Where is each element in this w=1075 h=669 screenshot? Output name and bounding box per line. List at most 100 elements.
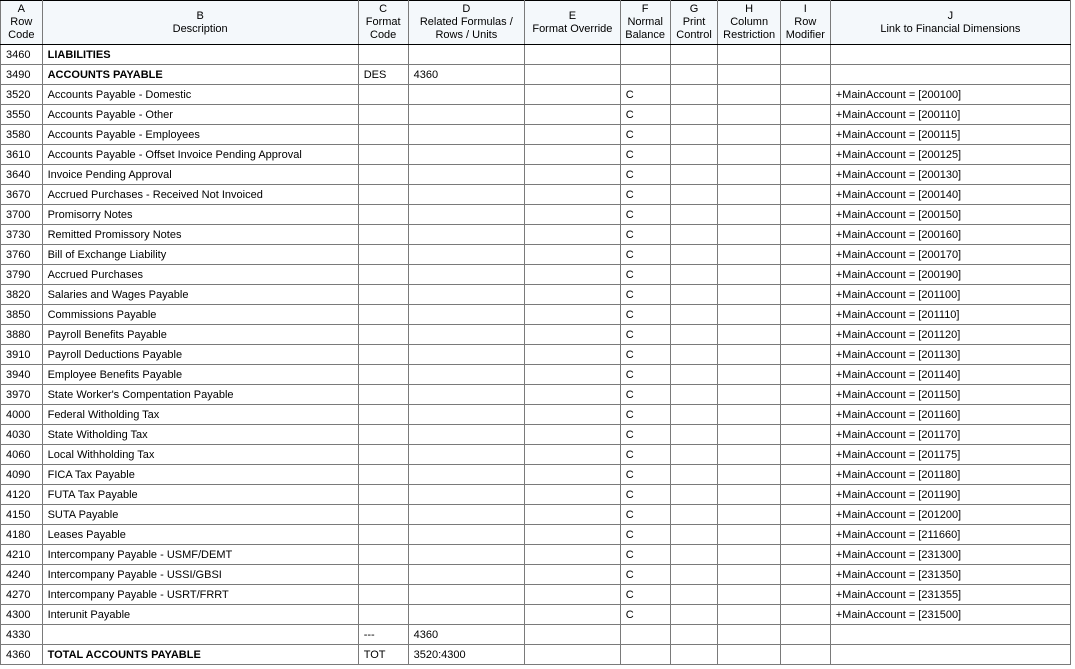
- cell-c[interactable]: ---: [358, 625, 408, 645]
- cell-e[interactable]: [525, 585, 621, 605]
- cell-j[interactable]: +MainAccount = [201120]: [830, 325, 1070, 345]
- cell-i[interactable]: [780, 445, 830, 465]
- cell-a[interactable]: 3880: [1, 325, 43, 345]
- cell-c[interactable]: [358, 305, 408, 325]
- cell-g[interactable]: [670, 485, 718, 505]
- cell-f[interactable]: C: [620, 305, 670, 325]
- cell-e[interactable]: [525, 605, 621, 625]
- grid-row[interactable]: 3610Accounts Payable - Offset Invoice Pe…: [1, 145, 1071, 165]
- cell-c[interactable]: [358, 225, 408, 245]
- cell-c[interactable]: [358, 205, 408, 225]
- cell-g[interactable]: [670, 285, 718, 305]
- cell-d[interactable]: [408, 145, 524, 165]
- cell-h[interactable]: [718, 565, 780, 585]
- cell-h[interactable]: [718, 85, 780, 105]
- cell-g[interactable]: [670, 65, 718, 85]
- grid-row[interactable]: 4360TOTAL ACCOUNTS PAYABLETOT3520:4300: [1, 645, 1071, 665]
- cell-i[interactable]: [780, 85, 830, 105]
- cell-a[interactable]: 4330: [1, 625, 43, 645]
- cell-j[interactable]: +MainAccount = [211660]: [830, 525, 1070, 545]
- cell-d[interactable]: [408, 365, 524, 385]
- cell-a[interactable]: 4000: [1, 405, 43, 425]
- cell-h[interactable]: [718, 485, 780, 505]
- cell-j[interactable]: +MainAccount = [201180]: [830, 465, 1070, 485]
- cell-d[interactable]: [408, 205, 524, 225]
- grid-row[interactable]: 3580Accounts Payable - EmployeesC+MainAc…: [1, 125, 1071, 145]
- col-header-row-code[interactable]: ARow Code: [1, 1, 43, 45]
- cell-b[interactable]: Accrued Purchases: [42, 265, 358, 285]
- cell-i[interactable]: [780, 105, 830, 125]
- cell-f[interactable]: C: [620, 505, 670, 525]
- cell-j[interactable]: +MainAccount = [201190]: [830, 485, 1070, 505]
- cell-b[interactable]: Intercompany Payable - USMF/DEMT: [42, 545, 358, 565]
- cell-f[interactable]: [620, 645, 670, 665]
- cell-j[interactable]: +MainAccount = [231300]: [830, 545, 1070, 565]
- cell-d[interactable]: [408, 185, 524, 205]
- cell-b[interactable]: Payroll Deductions Payable: [42, 345, 358, 365]
- cell-d[interactable]: [408, 405, 524, 425]
- grid-row[interactable]: 4300Interunit PayableC+MainAccount = [23…: [1, 605, 1071, 625]
- cell-g[interactable]: [670, 385, 718, 405]
- cell-i[interactable]: [780, 65, 830, 85]
- cell-j[interactable]: +MainAccount = [201170]: [830, 425, 1070, 445]
- cell-a[interactable]: 4150: [1, 505, 43, 525]
- cell-j[interactable]: +MainAccount = [201110]: [830, 305, 1070, 325]
- cell-d[interactable]: [408, 505, 524, 525]
- cell-b[interactable]: Invoice Pending Approval: [42, 165, 358, 185]
- cell-i[interactable]: [780, 565, 830, 585]
- cell-j[interactable]: +MainAccount = [200140]: [830, 185, 1070, 205]
- cell-i[interactable]: [780, 485, 830, 505]
- grid-row[interactable]: 4060Local Withholding TaxC+MainAccount =…: [1, 445, 1071, 465]
- cell-f[interactable]: C: [620, 185, 670, 205]
- cell-i[interactable]: [780, 165, 830, 185]
- cell-g[interactable]: [670, 545, 718, 565]
- cell-a[interactable]: 3760: [1, 245, 43, 265]
- cell-a[interactable]: 4120: [1, 485, 43, 505]
- cell-f[interactable]: C: [620, 125, 670, 145]
- cell-d[interactable]: [408, 345, 524, 365]
- cell-d[interactable]: [408, 225, 524, 245]
- cell-d[interactable]: [408, 105, 524, 125]
- cell-e[interactable]: [525, 545, 621, 565]
- cell-c[interactable]: [358, 105, 408, 125]
- cell-b[interactable]: Leases Payable: [42, 525, 358, 545]
- cell-a[interactable]: 4300: [1, 605, 43, 625]
- cell-h[interactable]: [718, 605, 780, 625]
- cell-c[interactable]: [358, 405, 408, 425]
- cell-f[interactable]: C: [620, 405, 670, 425]
- cell-i[interactable]: [780, 505, 830, 525]
- cell-g[interactable]: [670, 325, 718, 345]
- cell-c[interactable]: [358, 385, 408, 405]
- col-header-related[interactable]: DRelated Formulas / Rows / Units: [408, 1, 524, 45]
- cell-i[interactable]: [780, 365, 830, 385]
- cell-j[interactable]: +MainAccount = [200150]: [830, 205, 1070, 225]
- cell-h[interactable]: [718, 585, 780, 605]
- col-header-row-modifier[interactable]: IRow Modifier: [780, 1, 830, 45]
- cell-e[interactable]: [525, 465, 621, 485]
- cell-b[interactable]: Remitted Promissory Notes: [42, 225, 358, 245]
- cell-j[interactable]: +MainAccount = [200110]: [830, 105, 1070, 125]
- cell-f[interactable]: C: [620, 425, 670, 445]
- cell-d[interactable]: 3520:4300: [408, 645, 524, 665]
- cell-c[interactable]: [358, 445, 408, 465]
- cell-c[interactable]: [358, 45, 408, 65]
- col-header-column-restriction[interactable]: HColumn Restriction: [718, 1, 780, 45]
- cell-g[interactable]: [670, 45, 718, 65]
- grid-row[interactable]: 3490ACCOUNTS PAYABLEDES4360: [1, 65, 1071, 85]
- cell-e[interactable]: [525, 205, 621, 225]
- cell-j[interactable]: +MainAccount = [201160]: [830, 405, 1070, 425]
- cell-h[interactable]: [718, 165, 780, 185]
- cell-a[interactable]: 4180: [1, 525, 43, 545]
- cell-j[interactable]: +MainAccount = [201130]: [830, 345, 1070, 365]
- cell-a[interactable]: 3850: [1, 305, 43, 325]
- cell-c[interactable]: DES: [358, 65, 408, 85]
- cell-g[interactable]: [670, 525, 718, 545]
- cell-h[interactable]: [718, 205, 780, 225]
- cell-d[interactable]: [408, 125, 524, 145]
- cell-b[interactable]: Promisorry Notes: [42, 205, 358, 225]
- cell-i[interactable]: [780, 265, 830, 285]
- cell-b[interactable]: Accrued Purchases - Received Not Invoice…: [42, 185, 358, 205]
- cell-h[interactable]: [718, 385, 780, 405]
- cell-d[interactable]: [408, 445, 524, 465]
- cell-g[interactable]: [670, 205, 718, 225]
